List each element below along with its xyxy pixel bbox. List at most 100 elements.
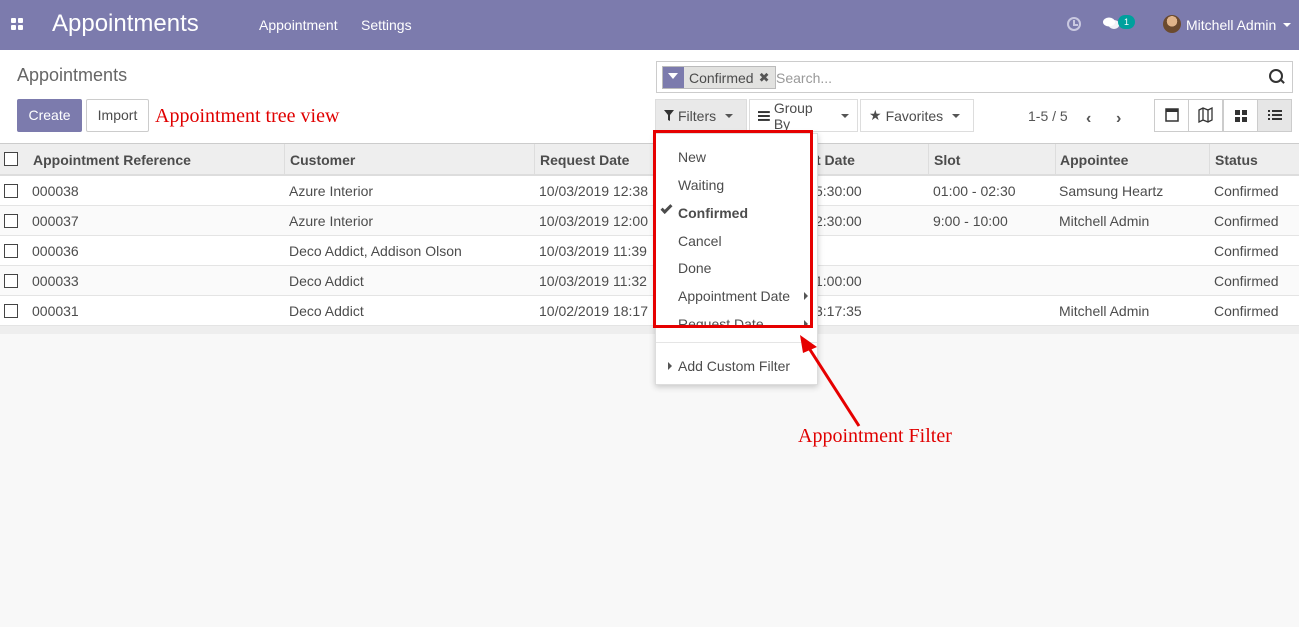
header-status[interactable]: Status [1215, 152, 1258, 168]
row-checkbox[interactable] [4, 274, 18, 288]
groupby-label: Group By [773, 99, 813, 132]
filter-icon [664, 110, 674, 121]
breadcrumb: Appointments [17, 65, 128, 85]
cell-request-date: 10/03/2019 11:39 [539, 243, 647, 259]
column-separator [928, 144, 929, 175]
search-facet[interactable]: Confirmed ✖ [662, 66, 776, 89]
table-row[interactable]: 000037 Azure Interior 10/03/2019 12:00 2… [0, 206, 1299, 236]
star-icon: ★ [869, 107, 882, 123]
cell-reference: 000036 [32, 243, 79, 259]
row-checkbox[interactable] [4, 244, 18, 258]
map-icon [1198, 106, 1213, 124]
groupby-button[interactable]: Group By [749, 99, 858, 132]
annotation-tree-view: Appointment tree view [155, 105, 340, 127]
cell-appointment-date: 1:00:00 [815, 273, 862, 289]
table-row[interactable]: 000033 Deco Addict 10/03/2019 11:32 1:00… [0, 266, 1299, 296]
pager-previous-icon[interactable]: ‹ [1086, 110, 1091, 128]
annotation-arrow-icon [800, 335, 861, 427]
row-checkbox[interactable] [4, 214, 18, 228]
select-all-checkbox[interactable] [4, 152, 18, 166]
dropdown-divider [656, 342, 817, 343]
column-separator [284, 144, 285, 175]
add-custom-filter[interactable]: Add Custom Filter [678, 358, 790, 374]
filters-button[interactable]: Filters [655, 99, 747, 132]
app-title[interactable]: Appointments [52, 10, 199, 38]
cell-reference: 000031 [32, 303, 79, 319]
cell-status: Confirmed [1214, 243, 1279, 259]
table-header: Appointment Reference Customer Request D… [0, 144, 1299, 176]
cell-status: Confirmed [1214, 183, 1279, 199]
table-body: 000038 Azure Interior 10/03/2019 12:38 5… [0, 176, 1299, 326]
list-icon [1268, 110, 1282, 120]
chat-count-badge: 1 [1118, 15, 1135, 29]
cell-appointee: Samsung Heartz [1059, 183, 1164, 199]
top-navbar: Appointments Appointment Settings 1 Mitc… [0, 0, 1299, 50]
favorites-button[interactable]: ★ Favorites [860, 99, 974, 132]
import-button[interactable]: Import [86, 99, 149, 132]
header-slot[interactable]: Slot [934, 152, 960, 168]
create-button[interactable]: Create [17, 99, 82, 132]
filter-icon [663, 67, 684, 88]
pager-next-icon[interactable]: › [1116, 110, 1121, 128]
chevron-down-icon[interactable] [1283, 23, 1291, 27]
search-input[interactable]: Search... [776, 70, 832, 86]
cell-request-date: 10/03/2019 12:38 [539, 183, 648, 199]
pager-value[interactable]: 1-5 / 5 [1028, 108, 1068, 124]
appointments-table: Appointment Reference Customer Request D… [0, 144, 1299, 334]
cell-status: Confirmed [1214, 303, 1279, 319]
header-appointment-date[interactable]: t Date [816, 152, 855, 168]
cell-customer: Azure Interior [289, 183, 374, 199]
table-row[interactable]: 000031 Deco Addict 10/02/2019 18:17 3:17… [0, 296, 1299, 326]
user-name[interactable]: Mitchell Admin [1186, 17, 1276, 33]
menu-settings[interactable]: Settings [361, 17, 412, 33]
cell-request-date: 10/03/2019 11:32 [539, 273, 647, 289]
control-panel: Appointments Create Import Appointment t… [0, 50, 1299, 144]
cell-reference: 000033 [32, 273, 79, 289]
cell-status: Confirmed [1214, 213, 1279, 229]
expand-caret-icon [668, 362, 672, 370]
user-avatar[interactable] [1163, 15, 1181, 33]
annotation-highlight-box [653, 130, 813, 328]
search-box[interactable]: Confirmed ✖ Search... [656, 61, 1293, 93]
column-separator [1209, 144, 1210, 175]
table-row[interactable]: 000038 Azure Interior 10/03/2019 12:38 5… [0, 176, 1299, 206]
list-icon [758, 110, 770, 121]
apps-menu-icon[interactable] [11, 18, 24, 31]
header-appointee[interactable]: Appointee [1060, 152, 1128, 168]
cell-appointee: Mitchell Admin [1059, 213, 1150, 229]
facet-label: Confirmed [689, 69, 754, 86]
annotation-filter: Appointment Filter [798, 425, 952, 447]
cell-reference: 000038 [32, 183, 79, 199]
close-icon[interactable]: ✖ [759, 70, 775, 86]
table-row[interactable]: 000036 Deco Addict, Addison Olson 10/03/… [0, 236, 1299, 266]
calendar-view-button[interactable] [1154, 99, 1189, 132]
map-view-button[interactable] [1188, 99, 1223, 132]
column-separator [1055, 144, 1056, 175]
search-icon[interactable] [1269, 69, 1286, 86]
cell-customer: Azure Interior [289, 213, 374, 229]
header-customer[interactable]: Customer [290, 152, 355, 168]
filters-label: Filters [678, 107, 717, 124]
row-checkbox[interactable] [4, 184, 18, 198]
cell-status: Confirmed [1214, 273, 1279, 289]
cell-reference: 000037 [32, 213, 79, 229]
calendar-icon [1165, 108, 1179, 122]
column-separator [534, 144, 535, 175]
cell-customer: Deco Addict [289, 273, 364, 289]
cell-slot: 01:00 - 02:30 [933, 183, 1016, 199]
menu-appointment[interactable]: Appointment [259, 17, 338, 33]
cell-request-date: 10/03/2019 12:00 [539, 213, 648, 229]
cell-request-date: 10/02/2019 18:17 [539, 303, 648, 319]
header-reference[interactable]: Appointment Reference [33, 152, 191, 168]
row-checkbox[interactable] [4, 304, 18, 318]
caret-down-icon [952, 113, 961, 118]
caret-down-icon [841, 113, 849, 118]
favorites-label: Favorites [885, 107, 944, 124]
cell-appointment-date: 3:17:35 [815, 303, 862, 319]
list-view-button[interactable] [1257, 99, 1292, 132]
cell-customer: Deco Addict [289, 303, 364, 319]
cell-slot: 9:00 - 10:00 [933, 213, 1008, 229]
header-request-date[interactable]: Request Date [540, 152, 629, 168]
kanban-view-button[interactable] [1223, 99, 1258, 132]
activity-clock-icon[interactable] [1067, 17, 1081, 31]
